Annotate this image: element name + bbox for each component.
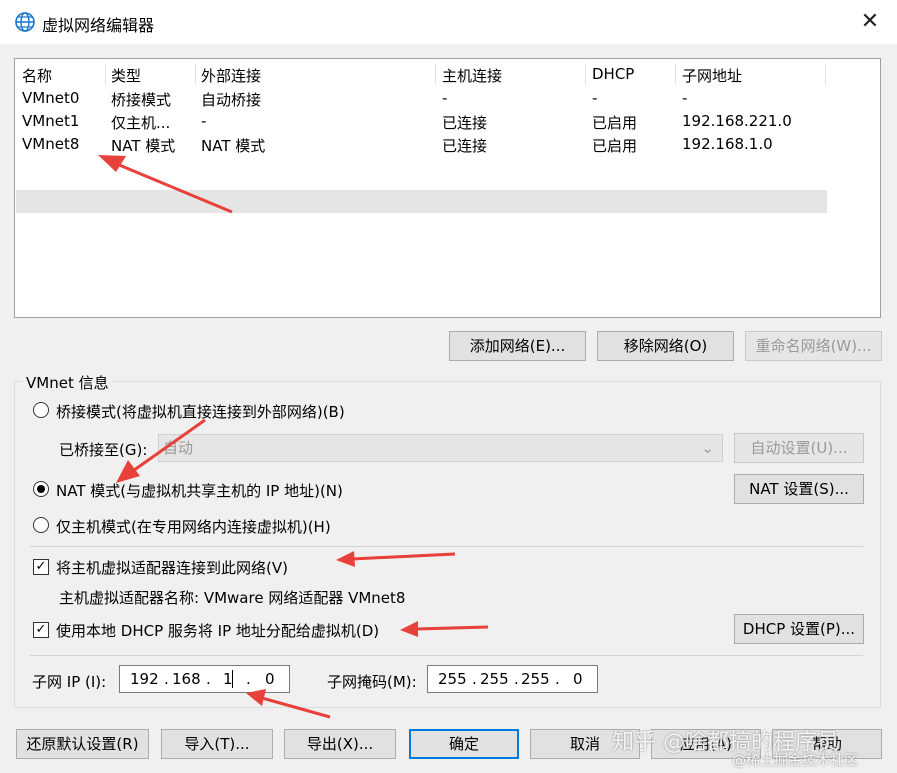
column-header-host[interactable]: 主机连接 xyxy=(442,65,502,86)
column-divider xyxy=(195,63,196,85)
bridged-radio[interactable] xyxy=(33,402,49,418)
table-cell[interactable]: 已连接 xyxy=(442,135,487,156)
adapter-name-text: 主机虚拟适配器名称: VMware 网络适配器 VMnet8 xyxy=(59,589,406,607)
selected-row-highlight xyxy=(16,190,827,213)
rename-network-button[interactable]: 重命名网络(W)... xyxy=(745,331,882,361)
table-cell[interactable]: VMnet1 xyxy=(22,112,79,130)
vmnet-info-group xyxy=(14,381,881,708)
nat-settings-button[interactable]: NAT 设置(S)... xyxy=(734,474,864,504)
column-header-subnet[interactable]: 子网地址 xyxy=(682,65,742,86)
column-header-external[interactable]: 外部连接 xyxy=(201,65,261,86)
subnet-mask-label: 子网掩码(M): xyxy=(327,673,417,691)
table-cell[interactable]: 自动桥接 xyxy=(201,89,261,110)
table-cell[interactable]: 已启用 xyxy=(592,112,637,133)
bridged-radio-label[interactable]: 桥接模式(将虚拟机直接连接到外部网络)(B) xyxy=(56,401,345,422)
table-cell[interactable]: 192.168.221.0 xyxy=(682,112,792,130)
table-cell[interactable]: 仅主机... xyxy=(111,112,170,133)
column-divider xyxy=(435,63,436,85)
column-divider xyxy=(675,63,676,85)
divider xyxy=(30,655,863,656)
dhcp-settings-button[interactable]: DHCP 设置(P)... xyxy=(734,614,864,644)
auto-settings-button[interactable]: 自动设置(U)... xyxy=(734,433,864,463)
remove-network-button[interactable]: 移除网络(O) xyxy=(597,331,734,361)
export-button[interactable]: 导出(X)... xyxy=(284,729,396,759)
table-cell[interactable]: VMnet8 xyxy=(22,135,79,153)
nat-radio-label[interactable]: NAT 模式(与虚拟机共享主机的 IP 地址)(N) xyxy=(56,480,343,501)
hostonly-radio[interactable] xyxy=(33,517,49,533)
table-cell[interactable]: NAT 模式 xyxy=(111,135,175,156)
network-list[interactable]: 名称 类型 外部连接 主机连接 DHCP 子网地址 VMnet0 桥接模式 自动… xyxy=(14,58,881,318)
column-divider xyxy=(105,63,106,85)
column-header-type[interactable]: 类型 xyxy=(111,65,141,86)
table-cell[interactable]: 桥接模式 xyxy=(111,89,171,110)
connect-adapter-checkbox[interactable]: ✓ xyxy=(33,559,49,575)
subnet-ip-label: 子网 IP (I): xyxy=(32,673,107,691)
add-network-button[interactable]: 添加网络(E)... xyxy=(449,331,586,361)
close-icon[interactable]: ✕ xyxy=(856,8,884,36)
restore-defaults-button[interactable]: 还原默认设置(R) xyxy=(16,729,149,759)
connect-adapter-label[interactable]: 将主机虚拟适配器连接到此网络(V) xyxy=(56,557,288,578)
text-cursor xyxy=(232,670,233,688)
watermark-juejin: @稀土掘金技术社区 xyxy=(732,753,858,769)
table-cell[interactable]: - xyxy=(682,89,687,107)
column-header-name[interactable]: 名称 xyxy=(22,65,52,86)
table-cell[interactable]: 192.168.1.0 xyxy=(682,135,773,153)
column-divider xyxy=(825,63,826,85)
subnet-mask-field[interactable]: 255 . 255 . 255 . 0 xyxy=(427,665,598,693)
table-cell[interactable]: - xyxy=(592,89,597,107)
dhcp-checkbox[interactable]: ✓ xyxy=(33,622,49,638)
table-cell[interactable]: NAT 模式 xyxy=(201,135,265,156)
table-cell[interactable]: - xyxy=(442,89,447,107)
ok-button[interactable]: 确定 xyxy=(409,729,519,759)
group-title: VMnet 信息 xyxy=(22,372,113,393)
table-cell[interactable]: 已连接 xyxy=(442,112,487,133)
bridged-to-select[interactable]: 自动 ⌄ xyxy=(158,434,723,462)
column-header-dhcp[interactable]: DHCP xyxy=(592,65,634,83)
import-button[interactable]: 导入(T)... xyxy=(161,729,273,759)
window-title: 虚拟网络编辑器 xyxy=(42,16,155,35)
bridged-to-label: 已桥接至(G): xyxy=(59,441,148,459)
globe-icon xyxy=(14,11,36,33)
subnet-ip-field[interactable]: 192 . 168 . 1 . 0 xyxy=(119,665,290,693)
nat-radio[interactable] xyxy=(33,481,49,497)
hostonly-radio-label[interactable]: 仅主机模式(在专用网络内连接虚拟机)(H) xyxy=(56,516,331,537)
divider xyxy=(30,546,863,547)
column-divider xyxy=(585,63,586,85)
dhcp-label[interactable]: 使用本地 DHCP 服务将 IP 地址分配给虚拟机(D) xyxy=(56,620,379,641)
table-cell[interactable]: 已启用 xyxy=(592,135,637,156)
table-cell[interactable]: - xyxy=(201,112,206,130)
table-cell[interactable]: VMnet0 xyxy=(22,89,79,107)
chevron-down-icon: ⌄ xyxy=(701,439,714,457)
